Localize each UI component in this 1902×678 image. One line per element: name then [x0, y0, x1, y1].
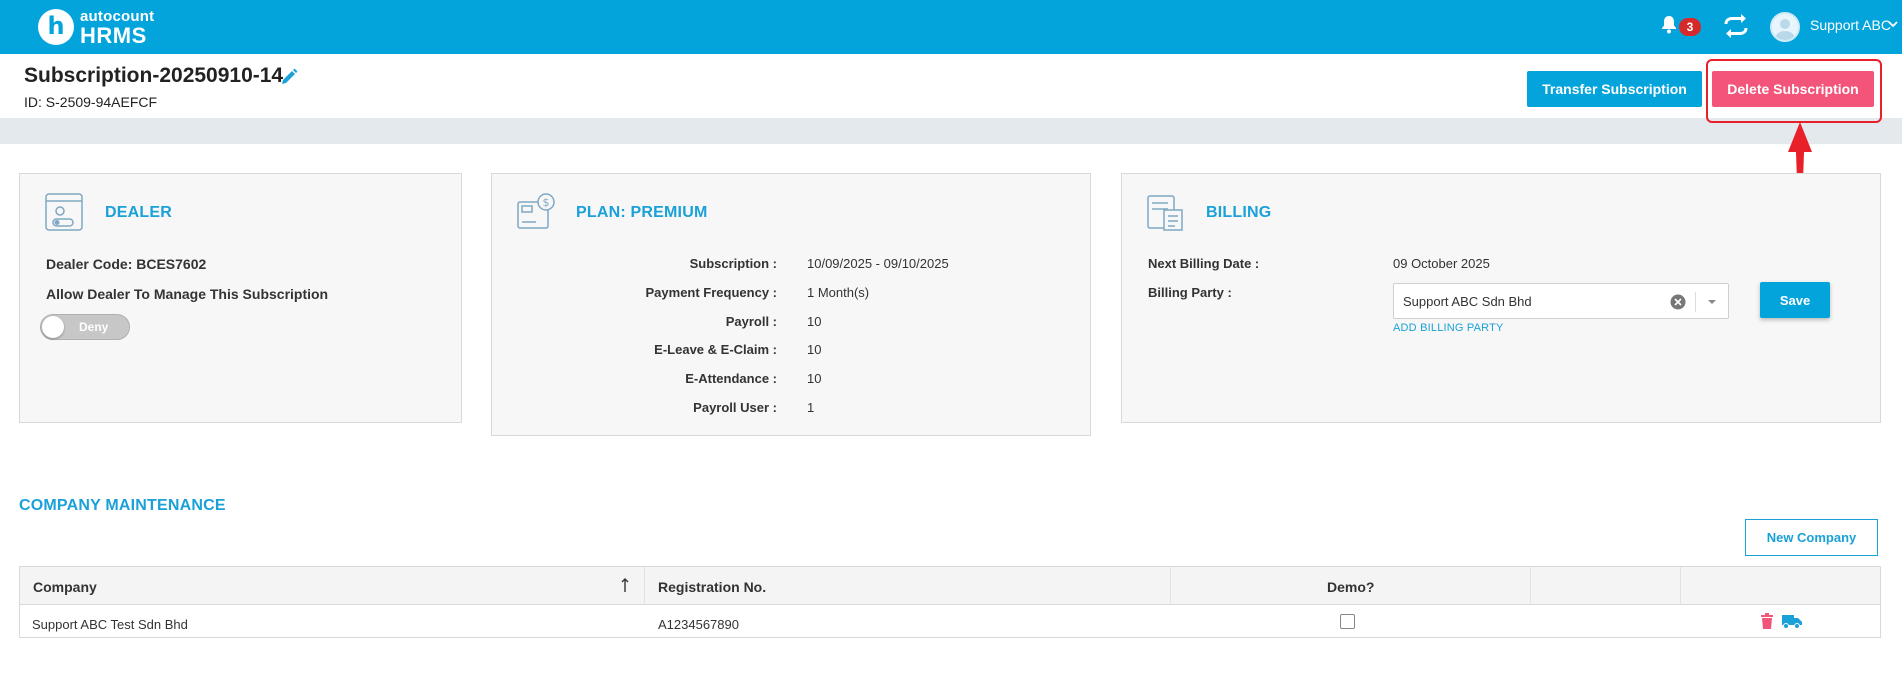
registration-number-cell: A1234567890 — [658, 617, 739, 632]
billing-party-select[interactable]: Support ABC Sdn Bhd — [1393, 283, 1729, 319]
next-billing-date-label: Next Billing Date : — [1148, 256, 1260, 271]
logo-mark: h — [38, 9, 74, 45]
notification-count-badge: 3 — [1679, 18, 1701, 36]
trash-icon[interactable] — [1760, 613, 1774, 629]
plan-card: $ PLAN: PREMIUM Subscription : 10/09/202… — [491, 173, 1091, 436]
allow-dealer-toggle[interactable]: Deny — [40, 314, 130, 340]
plan-row: Subscription : 10/09/2025 - 09/10/2025 — [492, 256, 1092, 276]
column-divider — [644, 567, 645, 605]
new-company-button[interactable]: New Company — [1745, 519, 1878, 556]
company-name-cell: Support ABC Test Sdn Bhd — [32, 617, 188, 632]
add-billing-party-link[interactable]: ADD BILLING PARTY — [1393, 322, 1504, 334]
column-header-registration[interactable]: Registration No. — [658, 579, 766, 595]
plan-row-value: 10 — [807, 342, 822, 357]
plan-row-label: Payroll : — [725, 314, 777, 329]
plan-row-value: 1 Month(s) — [807, 285, 870, 300]
demo-checkbox[interactable] — [1340, 614, 1355, 629]
plan-row-value: 10/09/2025 - 09/10/2025 — [807, 256, 949, 271]
company-table: Company Registration No. Demo? Support A… — [19, 566, 1881, 638]
plan-row-value: 10 — [807, 314, 822, 329]
plan-row: E-Leave & E-Claim : 10 — [492, 342, 1092, 362]
user-avatar-icon — [1775, 19, 1795, 40]
column-divider — [1170, 567, 1171, 605]
column-divider — [1680, 567, 1681, 605]
allow-dealer-label: Allow Dealer To Manage This Subscription — [46, 286, 329, 302]
dealer-code: Dealer Code: BCES7602 — [46, 256, 207, 272]
plan-row-value: 1 — [807, 400, 815, 415]
billing-invoice-icon — [1147, 195, 1183, 231]
select-divider — [1695, 292, 1696, 312]
subscription-id: ID: S-2509-94AEFCF — [24, 94, 158, 110]
plan-row-label: Subscription : — [689, 256, 777, 271]
save-button[interactable]: Save — [1760, 282, 1830, 318]
svg-text:$: $ — [543, 196, 550, 209]
plan-row: E-Attendance : 10 — [492, 371, 1092, 391]
page-header: Subscription-20250910-14 ID: S-2509-94AE… — [0, 54, 1902, 118]
app-logo[interactable]: h autocount HRMS — [36, 6, 186, 48]
billing-party-selected-value: Support ABC Sdn Bhd — [1403, 294, 1532, 309]
billing-card: BILLING Next Billing Date : 09 October 2… — [1121, 173, 1881, 423]
billing-card-title: BILLING — [1206, 204, 1272, 221]
annotation-highlight-box — [1706, 59, 1882, 123]
toggle-knob — [42, 316, 64, 338]
truck-icon[interactable] — [1782, 613, 1802, 629]
clear-selection-icon[interactable] — [1670, 294, 1686, 310]
plan-row-label: E-Attendance : — [685, 371, 777, 386]
plan-payment-icon: $ — [517, 193, 555, 229]
plan-row-label: E-Leave & E-Claim : — [654, 342, 777, 357]
top-navigation-bar: h autocount HRMS 3 Support ABC — [0, 0, 1902, 54]
billing-party-label: Billing Party : — [1148, 285, 1232, 300]
header-divider-band — [0, 118, 1902, 144]
plan-row: Payroll : 10 — [492, 314, 1092, 334]
pencil-icon[interactable] — [280, 68, 298, 86]
chevron-down-icon[interactable] — [1888, 19, 1898, 29]
sync-icon[interactable] — [1722, 13, 1750, 39]
logo-product-text: HRMS — [80, 23, 147, 48]
plan-row-label: Payment Frequency : — [645, 285, 778, 300]
notification-bell-icon[interactable] — [1660, 15, 1678, 35]
dealer-profile-icon — [45, 193, 83, 231]
dealer-card: DEALER Dealer Code: BCES7602 Allow Deale… — [19, 173, 462, 423]
transfer-subscription-button[interactable]: Transfer Subscription — [1527, 71, 1702, 107]
plan-row-value: 10 — [807, 371, 822, 386]
user-avatar[interactable] — [1770, 12, 1800, 42]
next-billing-date-value: 09 October 2025 — [1393, 256, 1490, 271]
plan-row: Payment Frequency : 1 Month(s) — [492, 285, 1092, 305]
user-name-label[interactable]: Support ABC — [1810, 17, 1891, 33]
plan-card-title: PLAN: PREMIUM — [576, 204, 708, 221]
sort-ascending-icon[interactable] — [620, 577, 630, 593]
page-title: Subscription-20250910-14 — [24, 64, 284, 87]
toggle-state-label: Deny — [79, 320, 109, 334]
column-divider — [1530, 567, 1531, 605]
column-header-demo[interactable]: Demo? — [1327, 579, 1374, 595]
dealer-card-title: DEALER — [105, 204, 172, 221]
plan-row-label: Payroll User : — [693, 400, 777, 415]
column-header-company[interactable]: Company — [33, 579, 97, 595]
company-maintenance-title: COMPANY MAINTENANCE — [19, 497, 226, 514]
dropdown-caret-icon[interactable] — [1707, 298, 1717, 306]
table-header: Company Registration No. Demo? — [20, 567, 1880, 605]
plan-row: Payroll User : 1 — [492, 400, 1092, 420]
